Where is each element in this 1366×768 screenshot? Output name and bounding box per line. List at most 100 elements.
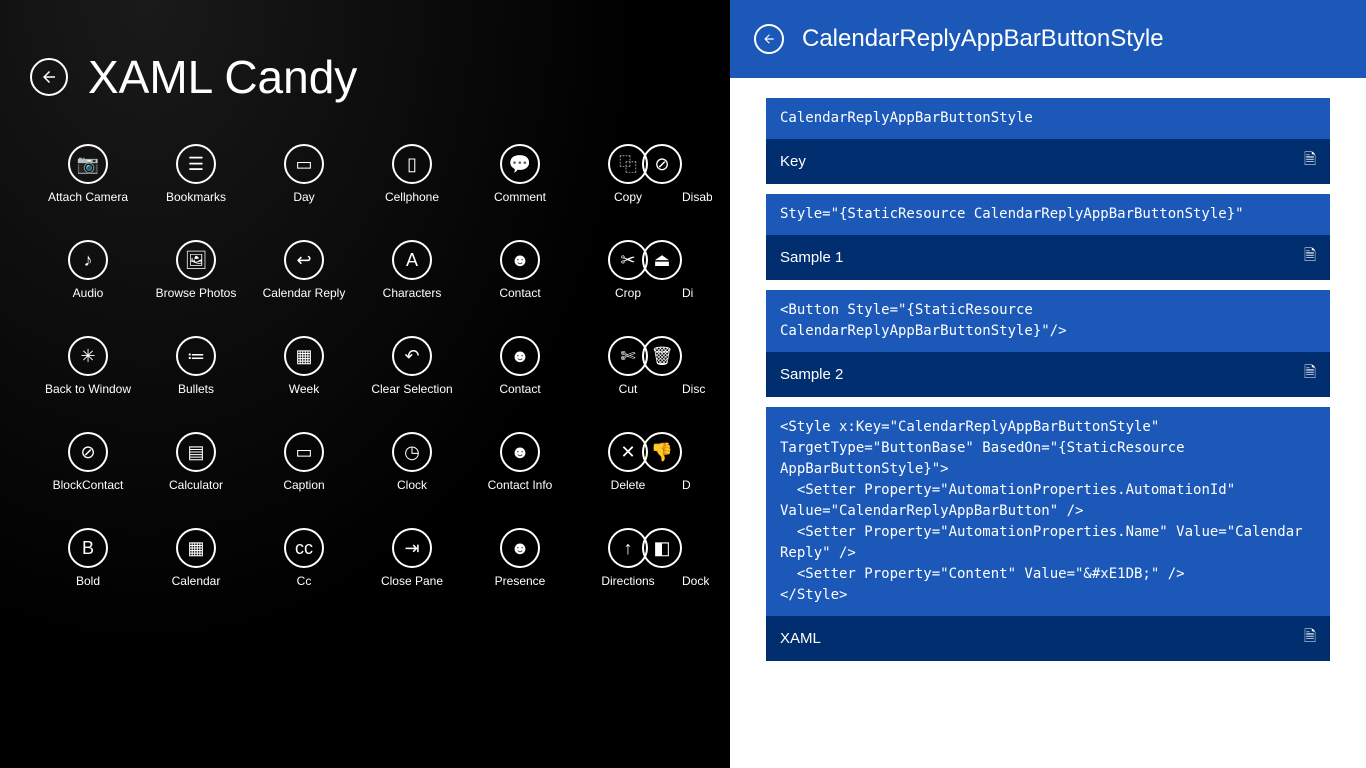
disableupdates-icon: ⊘ (642, 144, 682, 184)
back-arrow-icon (40, 68, 58, 86)
icon-item-disconnect-drive[interactable]: ⏏Di (682, 240, 730, 300)
app-title: XAML Candy (88, 50, 357, 104)
copy-icon[interactable]: 🗎 (1304, 362, 1316, 387)
main-header: XAML Candy (30, 50, 700, 104)
icon-label: Caption (283, 478, 324, 492)
icon-item-calendar-reply[interactable]: ↩Calendar Reply (250, 240, 358, 300)
icon-label: Calculator (169, 478, 223, 492)
icon-item-calendar[interactable]: ▦ Calendar (142, 528, 250, 588)
code-section: CalendarReplyAppBarButtonStyleKey🗎 (766, 98, 1330, 184)
section-label: XAML (780, 630, 821, 647)
calculator-icon: ▤ (176, 432, 216, 472)
icon-label: Characters (383, 286, 442, 300)
cellphone-icon: ▯ (392, 144, 432, 184)
dislike-icon: 👎 (642, 432, 682, 472)
icon-item-dockleft[interactable]: ◧Dock (682, 528, 730, 588)
detail-title: CalendarReplyAppBarButtonStyle (802, 25, 1164, 53)
icon-item-comment[interactable]: 💬 Comment (466, 144, 574, 204)
code-label-bar: Sample 1 🗎 (766, 235, 1330, 280)
icon-item-disableupdates[interactable]: ⊘Disabl (682, 144, 730, 204)
detail-back-button[interactable] (754, 24, 784, 54)
detail-header: CalendarReplyAppBarButtonStyle (730, 0, 1366, 78)
icon-item-clear-selection[interactable]: ↶Clear Selection (358, 336, 466, 396)
icon-label: Cut (619, 382, 638, 396)
caption-icon: ▭ (284, 432, 324, 472)
icon-label: D (682, 478, 691, 492)
icon-item-caption[interactable]: ▭ Caption (250, 432, 358, 492)
calendar-reply-icon: ↩ (284, 240, 324, 280)
icon-item-cc[interactable]: ccCc (250, 528, 358, 588)
icon-item-calculator[interactable]: ▤ Calculator (142, 432, 250, 492)
icon-label: Week (289, 382, 319, 396)
icon-item-dislike[interactable]: 👎D (682, 432, 730, 492)
icon-item-close-pane[interactable]: ⇥Close Pane (358, 528, 466, 588)
browse-photos-icon: 🖼 (176, 240, 216, 280)
bookmarks-icon: ☰ (176, 144, 216, 184)
icon-item-week[interactable]: ▦Week (250, 336, 358, 396)
calendar-icon: ▦ (176, 528, 216, 568)
icon-item-attach-camera[interactable]: 📷Attach Camera (34, 144, 142, 204)
contact-info-icon: ☻ (500, 432, 540, 472)
icon-label: Browse Photos (156, 286, 237, 300)
code-label-bar: XAML 🗎 (766, 616, 1330, 661)
icon-label: Crop (615, 286, 641, 300)
icon-label: Presence (495, 574, 546, 588)
icon-item-presence[interactable]: ☻Presence (466, 528, 574, 588)
contact-icon: ☻ (500, 240, 540, 280)
code-label-bar: Key 🗎 (766, 139, 1330, 184)
icon-item-characters[interactable]: ACharacters (358, 240, 466, 300)
icon-item-day[interactable]: ▭Day (250, 144, 358, 204)
code-content: Style="{StaticResource CalendarReplyAppB… (766, 194, 1330, 235)
icon-label: Calendar (172, 574, 221, 588)
detail-panel: CalendarReplyAppBarButtonStyle CalendarR… (730, 0, 1366, 768)
code-label-bar: Sample 2🗎 (766, 352, 1330, 397)
icon-item-bold[interactable]: B Bold (34, 528, 142, 588)
icon-label: BlockContact (53, 478, 124, 492)
back-to-window-icon: ✳ (68, 336, 108, 376)
icon-label: Comment (494, 190, 546, 204)
icon-item-discard[interactable]: 🗑Disc (682, 336, 730, 396)
icon-label: Day (293, 190, 314, 204)
clock-icon: ◷ (392, 432, 432, 472)
code-content: <Style x:Key="CalendarReplyAppBarButtonS… (766, 407, 1330, 616)
back-button[interactable] (30, 58, 68, 96)
icon-label: Contact (499, 382, 540, 396)
icon-item-cellphone[interactable]: ▯ Cellphone (358, 144, 466, 204)
icon-item-contact[interactable]: ☻ Contact (466, 336, 574, 396)
main-panel: XAML Candy 📷Attach Camera☰Bookmarks▭Day▯… (0, 0, 730, 768)
section-label: Sample 1 (780, 249, 843, 266)
section-label: Key (780, 153, 806, 170)
icon-item-contact[interactable]: ☻Contact (466, 240, 574, 300)
icon-item-back-to-window[interactable]: ✳Back to Window (34, 336, 142, 396)
contact-icon: ☻ (500, 336, 540, 376)
icon-label: Cellphone (385, 190, 439, 204)
code-section: <Style x:Key="CalendarReplyAppBarButtonS… (766, 407, 1330, 661)
icon-item-clock[interactable]: ◷Clock (358, 432, 466, 492)
icon-label: Di (682, 286, 693, 300)
comment-icon: 💬 (500, 144, 540, 184)
audio-icon: ♪ (68, 240, 108, 280)
copy-icon[interactable]: 🗎 (1304, 149, 1316, 174)
icon-label: Copy (614, 190, 642, 204)
copy-icon[interactable]: 🗎 (1304, 245, 1316, 270)
dockleft-icon: ◧ (642, 528, 682, 568)
bold-icon: B (68, 528, 108, 568)
icon-item-browse-photos[interactable]: 🖼 Browse Photos (142, 240, 250, 300)
icon-label: Dock (682, 574, 709, 588)
attach-camera-icon: 📷 (68, 144, 108, 184)
icon-item-bookmarks[interactable]: ☰Bookmarks (142, 144, 250, 204)
icon-label: Bold (76, 574, 100, 588)
cc-icon: cc (284, 528, 324, 568)
icon-label: Disabl (682, 190, 712, 204)
copy-icon[interactable]: 🗎 (1304, 626, 1316, 651)
bullets-icon: ≔ (176, 336, 216, 376)
icon-item-audio[interactable]: ♪Audio (34, 240, 142, 300)
code-section: Style="{StaticResource CalendarReplyAppB… (766, 194, 1330, 280)
icon-label: Delete (611, 478, 646, 492)
icon-item-contact-info[interactable]: ☻Contact Info (466, 432, 574, 492)
icon-item-blockcontact[interactable]: ⊘BlockContact (34, 432, 142, 492)
icon-item-bullets[interactable]: ≔Bullets (142, 336, 250, 396)
icon-label: Clear Selection (371, 382, 452, 396)
code-content: <Button Style="{StaticResource CalendarR… (766, 290, 1330, 352)
discard-icon: 🗑 (642, 336, 682, 376)
